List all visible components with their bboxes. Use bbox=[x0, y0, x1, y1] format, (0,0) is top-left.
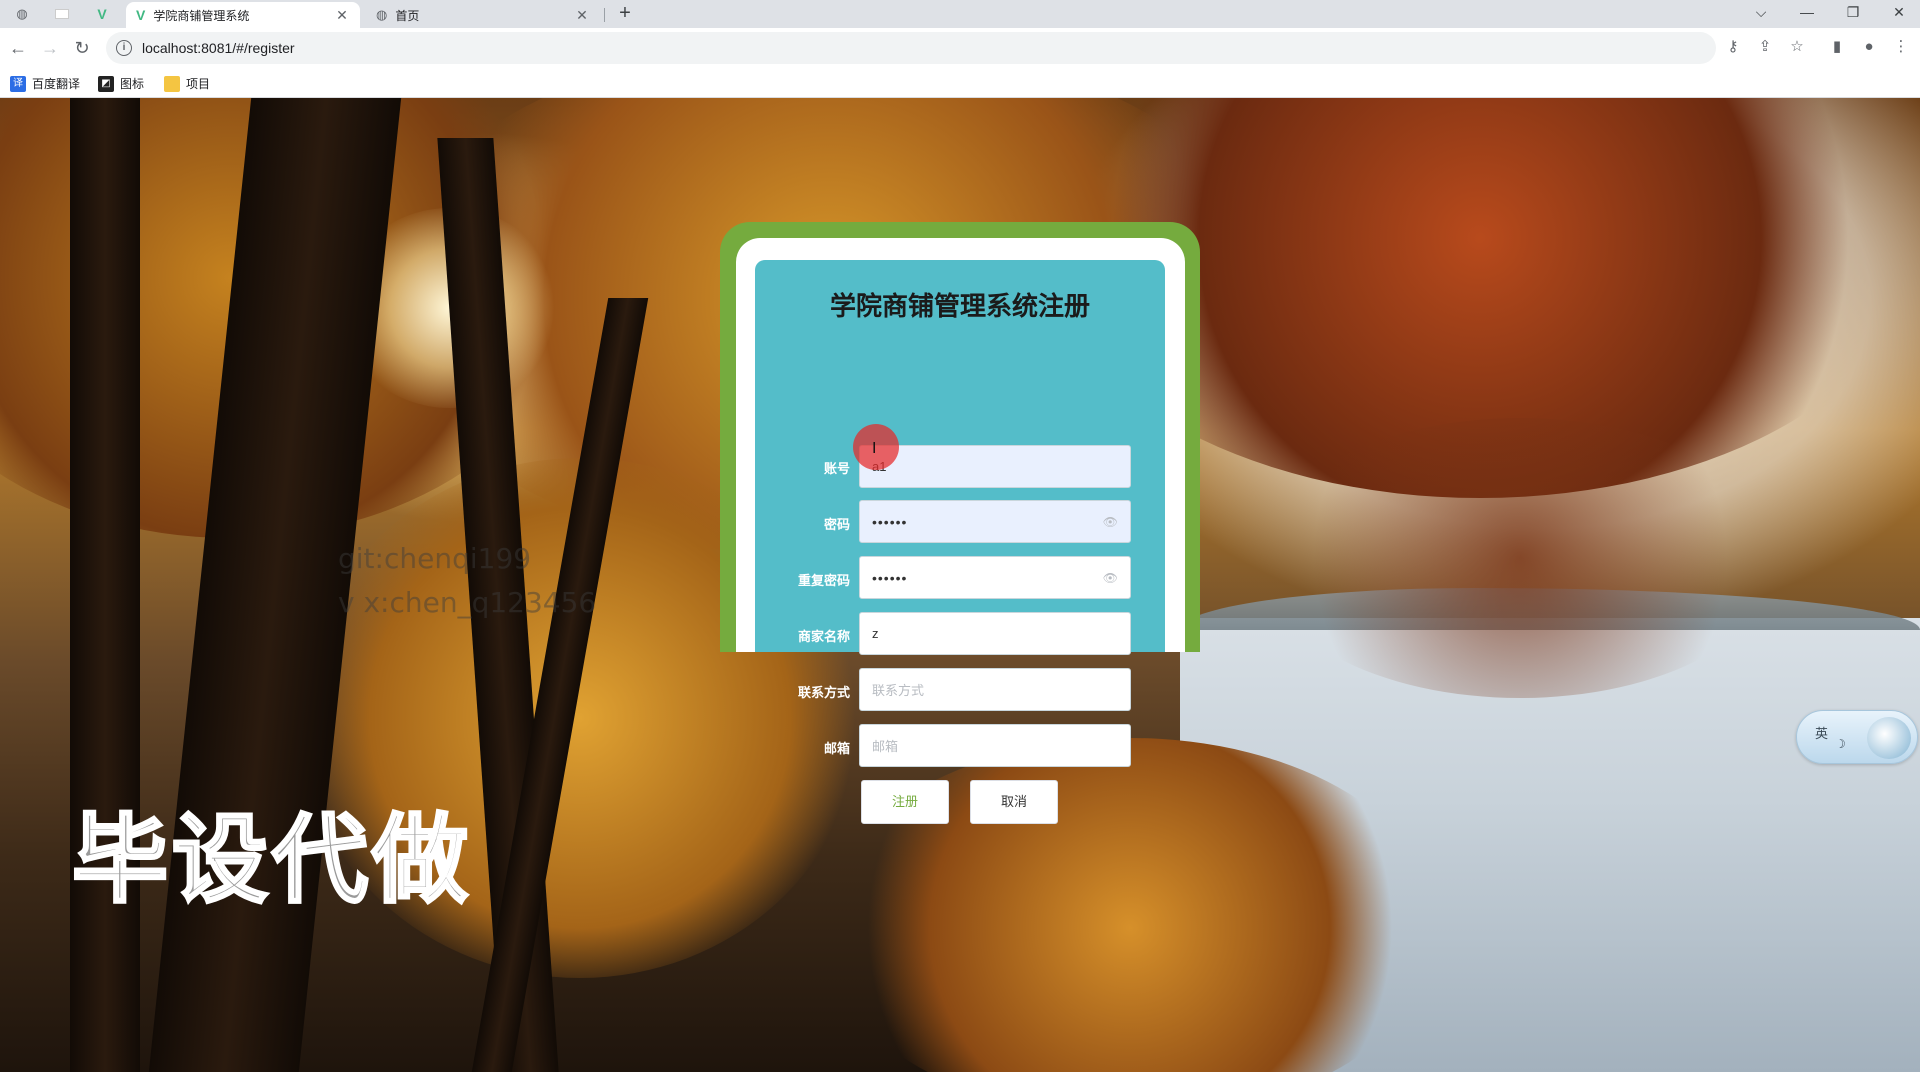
ime-toolbar[interactable]: 英 ☽ bbox=[1796, 710, 1918, 764]
tab-title: 首页 bbox=[395, 8, 420, 23]
password-value: •••••• bbox=[872, 513, 908, 530]
ime-language-toggle[interactable]: 英 bbox=[1815, 723, 1828, 742]
folder-icon bbox=[164, 75, 180, 92]
email-placeholder: 邮箱 bbox=[872, 739, 899, 754]
bookmark-icons[interactable]: ◩ 图标 bbox=[98, 75, 144, 92]
pinned-tab-globe[interactable]: ◍ bbox=[8, 3, 36, 25]
pinned-tab-blank[interactable] bbox=[48, 3, 76, 25]
restore-button[interactable]: ❐ bbox=[1838, 2, 1868, 24]
email-input[interactable]: 邮箱 bbox=[859, 724, 1131, 767]
bookmark-label: 图标 bbox=[120, 77, 145, 91]
close-tab-icon[interactable]: ✕ bbox=[334, 7, 350, 24]
eye-icon[interactable]: 👁 bbox=[1103, 515, 1118, 529]
reload-button[interactable]: ↻ bbox=[70, 36, 94, 60]
profile-avatar-icon[interactable]: ● bbox=[1858, 36, 1880, 58]
text-cursor-icon: I bbox=[872, 440, 877, 457]
close-tab-icon[interactable]: ✕ bbox=[574, 7, 590, 24]
tab-title: 学院商铺管理系统 bbox=[153, 8, 250, 23]
foliage bbox=[1260, 418, 1780, 698]
blank-page-icon bbox=[55, 9, 69, 19]
image-icon: ◩ bbox=[98, 75, 114, 92]
bookmarks-bar: 译 百度翻译 ◩ 图标 项目 bbox=[0, 68, 1920, 98]
share-icon[interactable]: ⇪ bbox=[1754, 36, 1776, 58]
register-button[interactable]: 注册 bbox=[861, 780, 949, 824]
moon-icon: ☽ bbox=[1835, 737, 1846, 751]
contact-input[interactable]: 联系方式 bbox=[859, 668, 1131, 711]
key-icon[interactable]: ⚷ bbox=[1722, 36, 1744, 58]
repeat-password-label: 重复密码 bbox=[797, 573, 850, 588]
site-info-icon[interactable]: i bbox=[116, 40, 132, 56]
repeat-password-input[interactable]: •••••• 👁 bbox=[859, 556, 1131, 599]
merchant-name-value: z bbox=[872, 626, 879, 641]
translate-icon: 译 bbox=[10, 75, 26, 92]
new-tab-button[interactable]: + bbox=[614, 3, 636, 25]
vue-logo-icon: V bbox=[97, 6, 107, 22]
eye-icon[interactable]: 👁 bbox=[1103, 571, 1118, 585]
email-label: 邮箱 bbox=[823, 741, 850, 756]
tab-home[interactable]: ◍ 首页 ✕ bbox=[366, 2, 600, 28]
password-label: 密码 bbox=[823, 517, 850, 532]
register-title: 学院商铺管理系统注册 bbox=[829, 291, 1090, 321]
account-label: 账号 bbox=[823, 461, 850, 476]
side-panel-icon[interactable]: ▮ bbox=[1826, 36, 1848, 58]
repeat-password-value: •••••• bbox=[872, 569, 908, 586]
forward-button[interactable]: → bbox=[38, 36, 62, 60]
globe-icon: ◍ bbox=[376, 7, 388, 22]
contact-placeholder: 联系方式 bbox=[872, 683, 925, 698]
pinned-tab-vue[interactable]: V bbox=[88, 3, 116, 25]
tab-strip: ◍ V V 学院商铺管理系统 ✕ ◍ 首页 ✕ + ⌵ — ❐ ✕ bbox=[0, 0, 1920, 28]
browser-menu-icon[interactable]: ⋮ bbox=[1890, 36, 1912, 58]
vue-logo-icon: V bbox=[136, 7, 146, 23]
bookmark-baidu-translate[interactable]: 译 百度翻译 bbox=[10, 75, 80, 92]
close-window-button[interactable]: ✕ bbox=[1884, 2, 1914, 24]
account-input[interactable]: a1 bbox=[859, 445, 1131, 488]
address-bar[interactable]: i localhost:8081/#/register bbox=[106, 32, 1716, 64]
merchant-name-label: 商家名称 bbox=[797, 629, 850, 644]
tab-separator bbox=[604, 8, 605, 22]
cancel-button[interactable]: 取消 bbox=[970, 780, 1058, 824]
bookmark-label: 项目 bbox=[186, 77, 211, 91]
watermark-wechat: v x:chen_q123456 bbox=[338, 586, 597, 619]
browser-toolbar: ← → ↻ i localhost:8081/#/register bbox=[0, 28, 1920, 68]
minimize-button[interactable]: — bbox=[1792, 2, 1822, 24]
watermark-git: git:chenqi199 bbox=[338, 542, 532, 575]
tree-trunk bbox=[70, 98, 140, 1072]
back-button[interactable]: ← bbox=[6, 36, 30, 60]
bookmark-folder-projects[interactable]: 项目 bbox=[164, 75, 210, 92]
tab-register[interactable]: V 学院商铺管理系统 ✕ bbox=[126, 2, 360, 28]
bookmark-star-icon[interactable]: ☆ bbox=[1786, 36, 1808, 58]
ime-logo-icon bbox=[1867, 717, 1911, 759]
bookmark-label: 百度翻译 bbox=[32, 77, 81, 91]
watermark-banner: 毕设代做 bbox=[71, 803, 472, 918]
tab-search-dropdown-icon[interactable]: ⌵ bbox=[1746, 2, 1776, 24]
url-text[interactable]: localhost:8081/#/register bbox=[142, 40, 295, 56]
contact-label: 联系方式 bbox=[797, 685, 850, 700]
account-value: a1 bbox=[872, 459, 1118, 474]
password-input[interactable]: •••••• 👁 bbox=[859, 500, 1131, 543]
globe-icon: ◍ bbox=[16, 6, 28, 21]
merchant-name-input[interactable]: z bbox=[859, 612, 1131, 655]
